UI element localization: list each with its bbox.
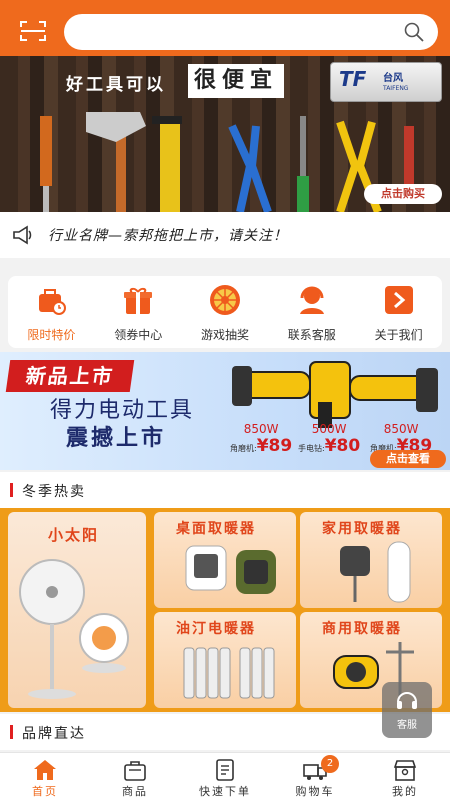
home-icon [34, 760, 56, 780]
price-label: 角磨机: [230, 444, 257, 453]
tab-label: 首页 [32, 785, 58, 798]
gift-icon [124, 287, 153, 314]
customer-service-icon [299, 286, 324, 314]
store-user-icon [393, 760, 417, 781]
shopping-bag-icon [124, 761, 146, 781]
heater-illustration [340, 541, 411, 603]
price-value: ¥80 [324, 436, 361, 456]
notice-bar[interactable]: 行业名牌—索邦拖把上市，请关注！ [0, 212, 450, 258]
search-bar[interactable] [64, 14, 438, 50]
tab-label: 购物车 [295, 785, 335, 798]
price-item: 500W 手电钻:¥80 [298, 422, 360, 456]
clock-bag-icon [39, 289, 67, 315]
promo-subheadline: 震撼上市 [66, 426, 167, 451]
nav-label: 领券中心 [114, 328, 163, 342]
tab-quick-order[interactable]: 快速下单 [180, 753, 270, 800]
speaker-icon [13, 225, 32, 245]
price-watt: 850W [243, 422, 279, 436]
notice-text: 行业名牌—索邦拖把上市，请关注！ [48, 228, 288, 244]
product-grid: 小太阳 桌面取暖器 家用取暖器 油汀电暖器 商用取暖器 [0, 508, 450, 712]
product-title: 家用取暖器 [322, 521, 402, 537]
product-card[interactable]: 小太阳 [8, 512, 146, 708]
section-title: 品牌直达 [22, 726, 86, 742]
tab-label: 快速下单 [199, 785, 251, 798]
scan-icon[interactable] [20, 20, 46, 42]
tab-home[interactable]: 首页 [0, 753, 90, 800]
bottom-tab-bar: 首页 商品 快速下单 2 购物车 我的 [0, 752, 450, 800]
heater-illustration [185, 545, 276, 594]
power-tools-illustration [232, 361, 438, 428]
hero-banner[interactable]: 好工具可以 很便宜 TF 台风 TAIFENG 点击购买 [0, 56, 450, 212]
section-marker [10, 483, 13, 497]
price-item: 850W 角磨机:¥89 [230, 422, 292, 456]
arrow-right-icon [384, 286, 413, 314]
lottery-wheel-icon [209, 285, 240, 315]
product-title: 油汀电暖器 [176, 621, 256, 637]
service-label: 客服 [397, 720, 417, 731]
nav-item-lottery[interactable]: 游戏抽奖 [182, 276, 269, 348]
brand-name-en: TAIFENG [383, 85, 409, 92]
headset-icon [397, 692, 417, 709]
product-title: 小太阳 [48, 526, 100, 544]
quick-nav: 限时特价 领券中心 游戏抽奖 联系客服 关于我们 [8, 276, 442, 348]
nav-item-flash-sale[interactable]: 限时特价 [8, 276, 95, 348]
heater-illustration [19, 559, 129, 699]
nav-label: 限时特价 [27, 328, 76, 342]
heater-illustration [183, 647, 275, 699]
product-card[interactable]: 家用取暖器 [300, 512, 442, 608]
search-icon[interactable] [404, 22, 424, 42]
nav-label: 关于我们 [374, 328, 423, 342]
search-input[interactable] [64, 14, 384, 50]
brand-logo: TF 台风 TAIFENG [330, 62, 442, 102]
hero-slogan-right: 很便宜 [193, 68, 278, 93]
section-marker [10, 725, 13, 739]
cart-badge: 2 [321, 755, 339, 773]
product-card[interactable]: 油汀电暖器 [154, 612, 296, 708]
view-now-button[interactable]: 点击查看 [370, 450, 446, 468]
hero-slogan-left: 好工具可以 [66, 75, 166, 95]
buy-now-button[interactable]: 点击购买 [364, 184, 442, 204]
brand-mark: TF [339, 67, 367, 91]
app-screen: 好工具可以 很便宜 TF 台风 TAIFENG 点击购买 行业名牌—索邦拖把上市… [0, 0, 450, 800]
tab-mine[interactable]: 我的 [360, 753, 450, 800]
tab-label: 商品 [122, 785, 148, 798]
price-watt: 850W [383, 422, 419, 436]
promo-banner[interactable]: 新品上市 得力电动工具 震撼上市 850W 角磨机:¥89 500W 手电钻:¥… [0, 352, 450, 470]
tab-products[interactable]: 商品 [90, 753, 180, 800]
brand-name-cn: 台风 [383, 73, 403, 84]
price-label: 手电钻: [298, 444, 325, 453]
section-title: 冬季热卖 [22, 484, 86, 500]
section-header-winter: 冬季热卖 [0, 472, 450, 508]
nav-label: 游戏抽奖 [200, 328, 249, 342]
header-bar [0, 0, 450, 56]
product-card[interactable]: 桌面取暖器 [154, 512, 296, 608]
floating-service-button[interactable]: 客服 [382, 682, 432, 738]
promo-tag: 新品上市 [5, 360, 135, 392]
tab-cart[interactable]: 2 购物车 [270, 753, 360, 800]
order-list-icon [216, 759, 234, 781]
nav-label: 联系客服 [287, 328, 336, 342]
nav-item-coupons[interactable]: 领券中心 [95, 276, 182, 348]
product-title: 桌面取暖器 [176, 521, 256, 537]
nav-item-about[interactable]: 关于我们 [355, 276, 442, 348]
nav-item-customer-service[interactable]: 联系客服 [268, 276, 355, 348]
product-title: 商用取暖器 [322, 621, 402, 637]
tab-label: 我的 [392, 785, 418, 798]
price-value: ¥89 [256, 436, 293, 456]
hero-slogan-box: 很便宜 [188, 64, 284, 98]
price-watt: 500W [311, 422, 347, 436]
